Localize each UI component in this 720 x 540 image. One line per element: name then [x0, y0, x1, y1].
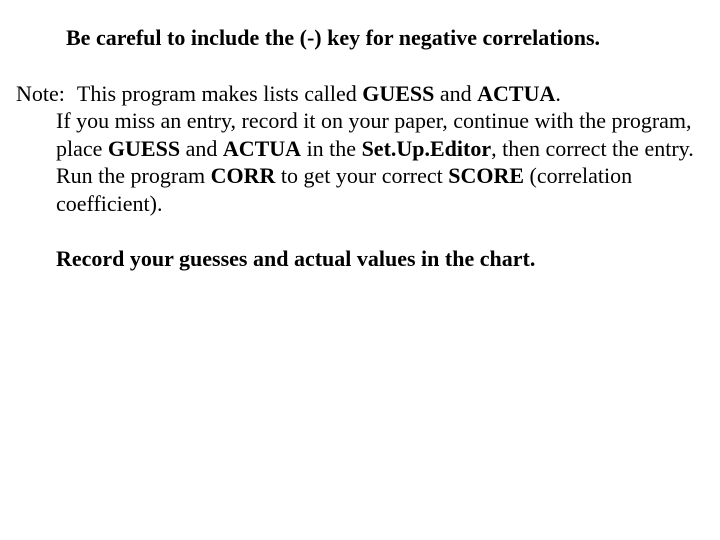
record-instruction: Record your guesses and actual values in…	[56, 245, 700, 273]
note-body-continued: If you miss an entry, record it on your …	[56, 107, 700, 217]
heading-line: Be careful to include the (-) key for ne…	[66, 24, 700, 52]
text: in the	[301, 136, 362, 161]
note-block: Note: This program makes lists called GU…	[16, 80, 700, 218]
text: This program makes lists called	[77, 81, 362, 106]
text: and	[180, 136, 223, 161]
keyword-setup-editor: Set.Up.Editor	[362, 136, 492, 161]
document-page: Be careful to include the (-) key for ne…	[0, 0, 720, 540]
keyword-score: SCORE	[448, 163, 524, 188]
keyword-guess: GUESS	[362, 81, 434, 106]
keyword-actua: ACTUA	[223, 136, 301, 161]
note-first-line: This program makes lists called GUESS an…	[65, 80, 700, 108]
text: and	[434, 81, 477, 106]
text: .	[555, 81, 561, 106]
note-label: Note:	[16, 80, 65, 108]
keyword-guess: GUESS	[108, 136, 180, 161]
keyword-corr: CORR	[211, 163, 276, 188]
keyword-actua: ACTUA	[477, 81, 555, 106]
text: to get your correct	[275, 163, 448, 188]
